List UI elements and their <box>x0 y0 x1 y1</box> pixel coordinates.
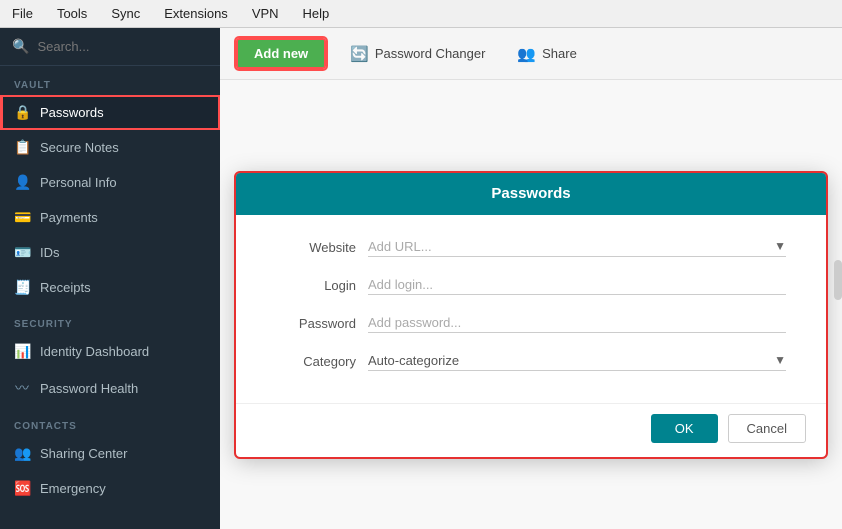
card-icon: 💳 <box>14 209 30 226</box>
emergency-icon: 🆘 <box>14 480 30 497</box>
sidebar-item-password-health[interactable]: 〰 Password Health <box>0 369 220 407</box>
content-area: Passwords Website ▼ <box>220 80 842 529</box>
login-input[interactable] <box>368 277 786 292</box>
login-control <box>368 277 786 295</box>
sidebar-item-ids[interactable]: 🪪 IDs <box>0 235 220 270</box>
menu-bar: File Tools Sync Extensions VPN Help <box>0 0 842 28</box>
lock-icon: 🔒 <box>14 104 30 121</box>
category-value: Auto-categorize <box>368 353 774 368</box>
modal-overlay: Passwords Website ▼ <box>220 80 842 529</box>
menu-file[interactable]: File <box>8 4 37 23</box>
id-icon: 🪪 <box>14 244 30 261</box>
sidebar-item-passwords-label: Passwords <box>40 105 104 120</box>
share-label: Share <box>542 46 577 61</box>
password-label: Password <box>276 316 356 331</box>
category-label: Category <box>276 354 356 369</box>
sidebar-item-identity-dashboard[interactable]: 📊 Identity Dashboard <box>0 334 220 369</box>
sidebar-item-emergency-label: Emergency <box>40 481 106 496</box>
website-row: Website ▼ <box>276 239 786 257</box>
sidebar-item-payments[interactable]: 💳 Payments <box>0 200 220 235</box>
website-label: Website <box>276 240 356 255</box>
password-row: Password <box>276 315 786 333</box>
password-changer-button[interactable]: 🔄 Password Changer <box>342 41 493 67</box>
sidebar-item-payments-label: Payments <box>40 210 98 225</box>
sidebar-item-secure-notes[interactable]: 📋 Secure Notes <box>0 130 220 165</box>
vault-section-label: VAULT <box>0 66 220 95</box>
sidebar-item-passwords[interactable]: 🔒 Passwords <box>0 95 220 130</box>
note-icon: 📋 <box>14 139 30 156</box>
share-icon: 👥 <box>517 45 536 63</box>
sidebar-item-identity-dashboard-label: Identity Dashboard <box>40 344 149 359</box>
search-input[interactable] <box>37 39 213 54</box>
sidebar-item-personal-info[interactable]: 👤 Personal Info <box>0 165 220 200</box>
modal-body: Website ▼ Login <box>236 215 826 403</box>
user-icon: 👤 <box>14 174 30 191</box>
sidebar-search-container: 🔍 <box>0 28 220 66</box>
sharing-icon: 👥 <box>14 445 30 462</box>
cancel-button[interactable]: Cancel <box>728 414 806 443</box>
modal-title: Passwords <box>491 185 570 202</box>
search-icon: 🔍 <box>12 38 29 55</box>
sidebar-item-emergency[interactable]: 🆘 Emergency <box>0 471 220 506</box>
app-body: 🔍 VAULT 🔒 Passwords 📋 Secure Notes 👤 Per… <box>0 28 842 529</box>
health-icon: 〰 <box>14 378 30 398</box>
receipt-icon: 🧾 <box>14 279 30 296</box>
sidebar-item-password-health-label: Password Health <box>40 381 138 396</box>
ok-button[interactable]: OK <box>651 414 718 443</box>
category-dropdown-arrow[interactable]: ▼ <box>774 353 786 367</box>
sidebar-item-sharing-center[interactable]: 👥 Sharing Center <box>0 436 220 471</box>
menu-sync[interactable]: Sync <box>107 4 144 23</box>
menu-help[interactable]: Help <box>299 4 334 23</box>
menu-vpn[interactable]: VPN <box>248 4 283 23</box>
password-input[interactable] <box>368 315 786 330</box>
dashboard-icon: 📊 <box>14 343 30 360</box>
password-changer-label: Password Changer <box>375 46 486 61</box>
sidebar-item-ids-label: IDs <box>40 245 60 260</box>
website-dropdown-arrow[interactable]: ▼ <box>774 239 786 253</box>
sidebar: 🔍 VAULT 🔒 Passwords 📋 Secure Notes 👤 Per… <box>0 28 220 529</box>
sidebar-item-secure-notes-label: Secure Notes <box>40 140 119 155</box>
category-row: Category Auto-categorize ▼ <box>276 353 786 371</box>
passwords-modal: Passwords Website ▼ <box>236 173 826 457</box>
login-row: Login <box>276 277 786 295</box>
security-section-label: SECURITY <box>0 305 220 334</box>
login-label: Login <box>276 278 356 293</box>
menu-tools[interactable]: Tools <box>53 4 91 23</box>
add-new-button[interactable]: Add new <box>236 38 326 69</box>
category-control: Auto-categorize ▼ <box>368 353 786 371</box>
sidebar-item-sharing-center-label: Sharing Center <box>40 446 127 461</box>
website-input[interactable] <box>368 239 774 254</box>
toolbar: Add new 🔄 Password Changer 👥 Share <box>220 28 842 80</box>
sidebar-item-receipts-label: Receipts <box>40 280 91 295</box>
scroll-handle[interactable] <box>834 260 842 300</box>
website-control: ▼ <box>368 239 786 257</box>
main-content: Add new 🔄 Password Changer 👥 Share Passw… <box>220 28 842 529</box>
sidebar-item-receipts[interactable]: 🧾 Receipts <box>0 270 220 305</box>
contacts-section-label: CONTACTS <box>0 407 220 436</box>
menu-extensions[interactable]: Extensions <box>160 4 232 23</box>
password-changer-icon: 🔄 <box>350 45 369 63</box>
share-button[interactable]: 👥 Share <box>509 41 584 67</box>
modal-header: Passwords <box>236 173 826 215</box>
password-control <box>368 315 786 333</box>
modal-footer: OK Cancel <box>236 403 826 457</box>
sidebar-item-personal-info-label: Personal Info <box>40 175 117 190</box>
